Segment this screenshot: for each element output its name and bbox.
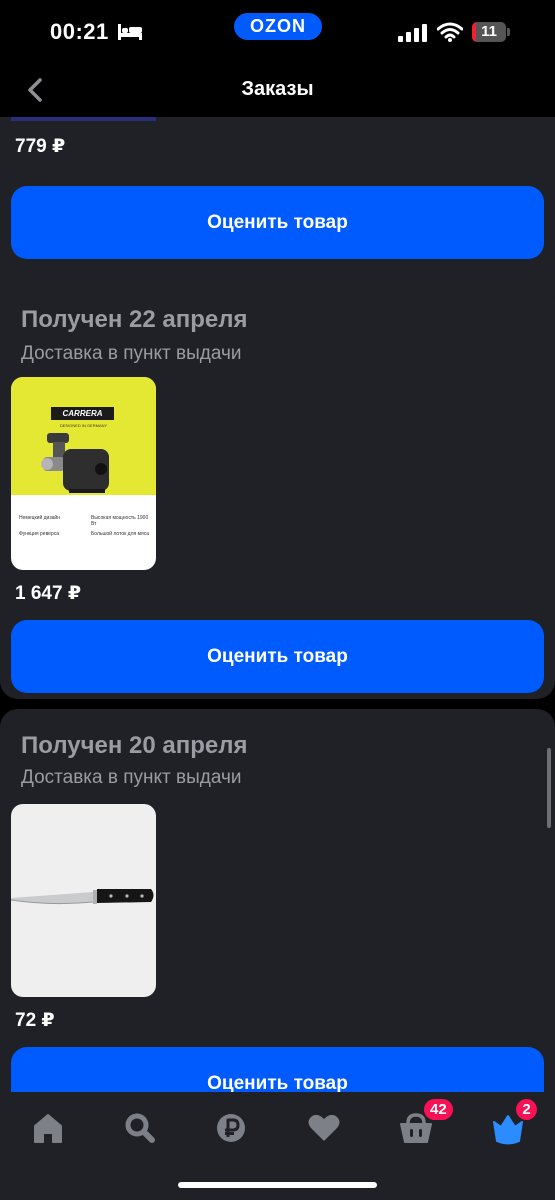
- knife-image: [11, 889, 154, 905]
- battery-indicator: 11: [472, 22, 510, 42]
- battery-level: 11: [481, 23, 497, 40]
- home-indicator: [178, 1182, 377, 1188]
- nav-finance[interactable]: [209, 1106, 253, 1150]
- order-status: Получен 22 апреля: [21, 306, 248, 333]
- order-status: Получен 20 апреля: [21, 732, 248, 759]
- product-image[interactable]: [11, 804, 156, 997]
- delivery-method: Доставка в пункт выдачи: [21, 767, 242, 788]
- order-card: Получен 22 апреля Доставка в пункт выдач…: [0, 283, 555, 699]
- brand-label: OZON: [250, 16, 306, 36]
- meat-grinder-image: [41, 433, 109, 493]
- orders-list[interactable]: 779 ₽ Оценить товар Получен 22 апреля До…: [0, 62, 555, 1092]
- bed-icon: [118, 24, 142, 40]
- delivery-method: Доставка в пункт выдачи: [21, 343, 242, 364]
- nav-favorites[interactable]: [302, 1106, 346, 1150]
- nav-cart[interactable]: 42: [394, 1099, 453, 1150]
- ruble-icon: [217, 1114, 245, 1142]
- nav-profile[interactable]: 2: [486, 1099, 537, 1150]
- bottom-navigation: 42 2: [0, 1092, 555, 1200]
- product-price: 72 ₽: [15, 1010, 55, 1031]
- rate-product-button[interactable]: Оценить товар: [11, 1047, 544, 1092]
- product-price: 1 647 ₽: [15, 583, 82, 604]
- product-image[interactable]: CARRERA DESIGNED IN GERMANY Немецкий диз…: [11, 377, 156, 570]
- page-title: Заказы: [241, 78, 314, 100]
- nav-header: Заказы: [0, 62, 555, 117]
- nav-search[interactable]: [118, 1106, 162, 1150]
- product-feature: Немецкий дизайн: [19, 515, 60, 521]
- product-feature: Функция реверса: [19, 531, 60, 537]
- status-time: 00:21: [50, 19, 109, 44]
- rate-product-button[interactable]: Оценить товар: [11, 620, 544, 693]
- product-feature: Большой лоток для мяса: [91, 531, 150, 537]
- rate-product-button[interactable]: Оценить товар: [11, 186, 544, 259]
- product-tagline: DESIGNED IN GERMANY: [59, 423, 108, 428]
- cellular-signal-icon: [398, 24, 427, 42]
- product-price: 779 ₽: [15, 136, 66, 157]
- scrollbar[interactable]: [547, 748, 551, 828]
- wifi-icon: [437, 22, 463, 42]
- nav-home[interactable]: [26, 1106, 70, 1150]
- profile-notification-badge: 2: [516, 1099, 537, 1120]
- product-brand: CARRERA: [51, 407, 114, 420]
- order-card: Получен 20 апреля Доставка в пункт выдач…: [0, 709, 555, 1092]
- status-bar: 00:21 OZON 11: [0, 0, 555, 62]
- ozon-logo: OZON: [234, 13, 322, 40]
- search-icon: [125, 1113, 155, 1143]
- cart-count-badge: 42: [424, 1099, 453, 1120]
- heart-icon: [308, 1114, 340, 1141]
- product-feature: Высокая мощность 1900 Вт: [91, 515, 149, 527]
- home-icon: [34, 1114, 62, 1143]
